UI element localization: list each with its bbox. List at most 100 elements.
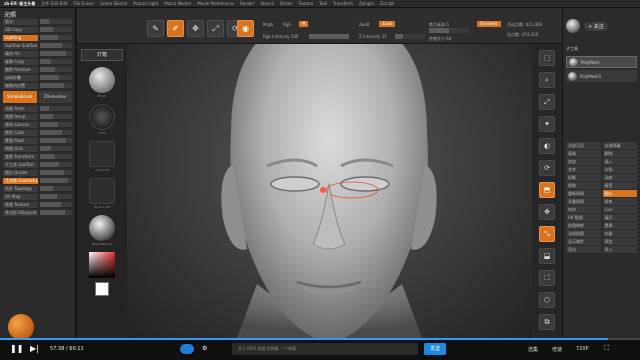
left-palette-row[interactable]: 面光 (0, 18, 75, 25)
right-palette-button[interactable]: 复制 (566, 150, 601, 157)
left-palette-label[interactable]: 子工具 SubTool (3, 161, 38, 168)
send-button[interactable]: 发送 (424, 343, 446, 355)
episode-button[interactable]: 选集 (528, 346, 538, 353)
dynamic-toggle[interactable]: Dynamic (477, 21, 501, 27)
right-palette-button[interactable]: 分割 (602, 166, 637, 173)
left-palette-label[interactable]: SubTool SubTool (3, 42, 38, 49)
danmu-input[interactable]: 关于 HDR 频道 的弹幕 一个弹幕 (232, 343, 418, 355)
right-palette-button[interactable]: 布尔 (566, 206, 601, 213)
left-palette-row[interactable]: 细分 Divide (0, 169, 75, 176)
right-palette-button[interactable]: 插入 (602, 158, 637, 165)
menu-item[interactable]: 文件 Edit Edit (41, 1, 67, 7)
fullscreen-icon[interactable]: ⛶ (604, 344, 609, 353)
left-palette-slider[interactable] (39, 27, 72, 32)
left-palette-slider[interactable] (39, 51, 72, 56)
left-palette-row[interactable]: SubTool SubTool (0, 42, 75, 49)
right-palette-button[interactable]: 纹理映射 (566, 222, 601, 229)
draw-icon[interactable]: ✐ (167, 20, 184, 37)
right-palette-button[interactable]: 向量 (602, 230, 637, 237)
rgb-label[interactable]: Rgb (283, 22, 291, 27)
scale-icon[interactable]: ⤢ (207, 20, 224, 37)
left-palette-row[interactable]: 几何体 Geometry (0, 177, 75, 184)
z-intensity-slider[interactable] (395, 34, 425, 39)
right-palette-button[interactable]: 提取 (566, 182, 601, 189)
left-palette-row[interactable]: 透视 Persp (0, 113, 75, 120)
viewport-canvas[interactable] (127, 44, 532, 338)
right-palette-button[interactable]: 全部隐藏 (602, 142, 637, 149)
left-palette-row[interactable]: 颜色 Color (0, 129, 75, 136)
view-control-icon[interactable]: ✦ (539, 116, 555, 132)
right-palette-button[interactable]: 追加 (566, 158, 601, 165)
m-toggle[interactable]: M (299, 21, 309, 27)
next-icon[interactable]: ▶| (30, 344, 39, 354)
material-sphere-icon[interactable] (89, 215, 115, 241)
left-palette-label[interactable]: 透视 Persp (3, 113, 38, 120)
left-palette-row[interactable]: 复制 Copy (0, 58, 75, 65)
view-control-icon[interactable]: ⧉ (539, 314, 555, 330)
left-palette-row[interactable]: 自动折叠 (0, 74, 75, 81)
progress-bar[interactable] (0, 338, 640, 340)
draw-size-label[interactable]: 绘制大小 64 (429, 36, 451, 42)
menu-item[interactable]: Stencil (260, 1, 274, 6)
left-palette-row[interactable]: 拓扑 Topology (0, 185, 75, 192)
right-palette-button[interactable]: 投影 (566, 174, 601, 181)
left-palette-label[interactable]: 变换 Transform (3, 153, 38, 160)
zsub-toggle[interactable]: Zsub (379, 21, 395, 27)
move-icon[interactable]: ✥ (187, 20, 204, 37)
right-palette-button[interactable]: 细分 (602, 190, 637, 197)
left-palette-slider[interactable] (39, 194, 72, 199)
mrgb-label[interactable]: Mrgb (263, 22, 273, 27)
left-palette-slider[interactable] (39, 19, 72, 24)
left-palette-row[interactable]: 动画 Anim (0, 105, 75, 112)
left-palette-label[interactable]: 动画 Anim (3, 105, 38, 112)
menu-item[interactable]: Transform (333, 1, 353, 6)
left-palette-row[interactable]: 纹理 Texture (0, 201, 75, 208)
left-palette-slider[interactable] (39, 35, 72, 40)
left-palette-slider[interactable] (39, 106, 72, 111)
view-control-icon[interactable]: ⟳ (539, 160, 555, 176)
brush-sphere-icon[interactable] (89, 67, 115, 93)
right-palette-button[interactable]: Live (602, 206, 637, 213)
stroke-dots-icon[interactable] (89, 104, 115, 130)
mode-icon[interactable]: ◉ (237, 20, 254, 37)
left-palette-label[interactable]: 面光 (3, 18, 38, 25)
left-palette-row[interactable]: UV Map (0, 193, 75, 200)
texture-icon[interactable] (89, 178, 115, 204)
right-palette-button[interactable]: 删除 (602, 150, 637, 157)
right-palette-button[interactable]: 导入 (602, 246, 637, 253)
edit-icon[interactable]: ✎ (147, 20, 164, 37)
menu-item[interactable]: Stroke (280, 1, 293, 6)
left-palette-label[interactable]: UV Map (3, 193, 38, 200)
left-palette-label[interactable]: 画布 Canvas (3, 121, 38, 128)
left-palette-slider[interactable] (39, 75, 72, 80)
left-palette-row[interactable]: 填充 Fill (0, 50, 75, 57)
simplebrush-tab[interactable]: SimpleBrush (3, 91, 37, 103)
left-palette-row[interactable]: 多边形 Polypaint (0, 209, 75, 216)
left-palette-slider[interactable] (39, 114, 72, 119)
zadd-label[interactable]: Zadd (359, 22, 369, 27)
left-palette-row[interactable]: 蒙版 Mask (0, 137, 75, 144)
right-palette-button[interactable]: 接受 (602, 182, 637, 189)
left-palette-slider[interactable] (39, 202, 72, 207)
menu-item[interactable]: Zplugin (359, 1, 374, 6)
left-palette-row[interactable]: 删除 Remove (0, 66, 75, 73)
zremesher-tab[interactable]: ZRemesher (38, 91, 72, 103)
left-palette-slider[interactable] (39, 122, 72, 127)
left-palette-label[interactable]: 细分 Divide (3, 169, 38, 176)
menu-item[interactable]: Scene Sketch (100, 1, 127, 6)
left-palette-slider[interactable] (39, 186, 72, 191)
view-control-icon[interactable]: ✥ (539, 204, 555, 220)
menu-item[interactable]: Picture Light (133, 1, 158, 6)
right-palette-button[interactable]: 合并 (566, 166, 601, 173)
view-control-icon[interactable]: ⬚ (539, 50, 555, 66)
right-palette-button[interactable]: 展开 (602, 214, 637, 221)
left-palette-label[interactable]: 纹理 Texture (3, 201, 38, 208)
view-control-icon[interactable]: ◐ (539, 138, 555, 154)
menu-item[interactable]: Macro Marker (164, 1, 191, 6)
view-control-icon[interactable]: ⬓ (539, 248, 555, 264)
left-palette-label[interactable]: 颜色 Color (3, 129, 38, 136)
alpha-icon[interactable] (89, 141, 115, 167)
left-palette-slider[interactable] (39, 43, 72, 48)
left-palette-slider[interactable] (39, 146, 72, 151)
color-picker[interactable] (89, 252, 115, 278)
